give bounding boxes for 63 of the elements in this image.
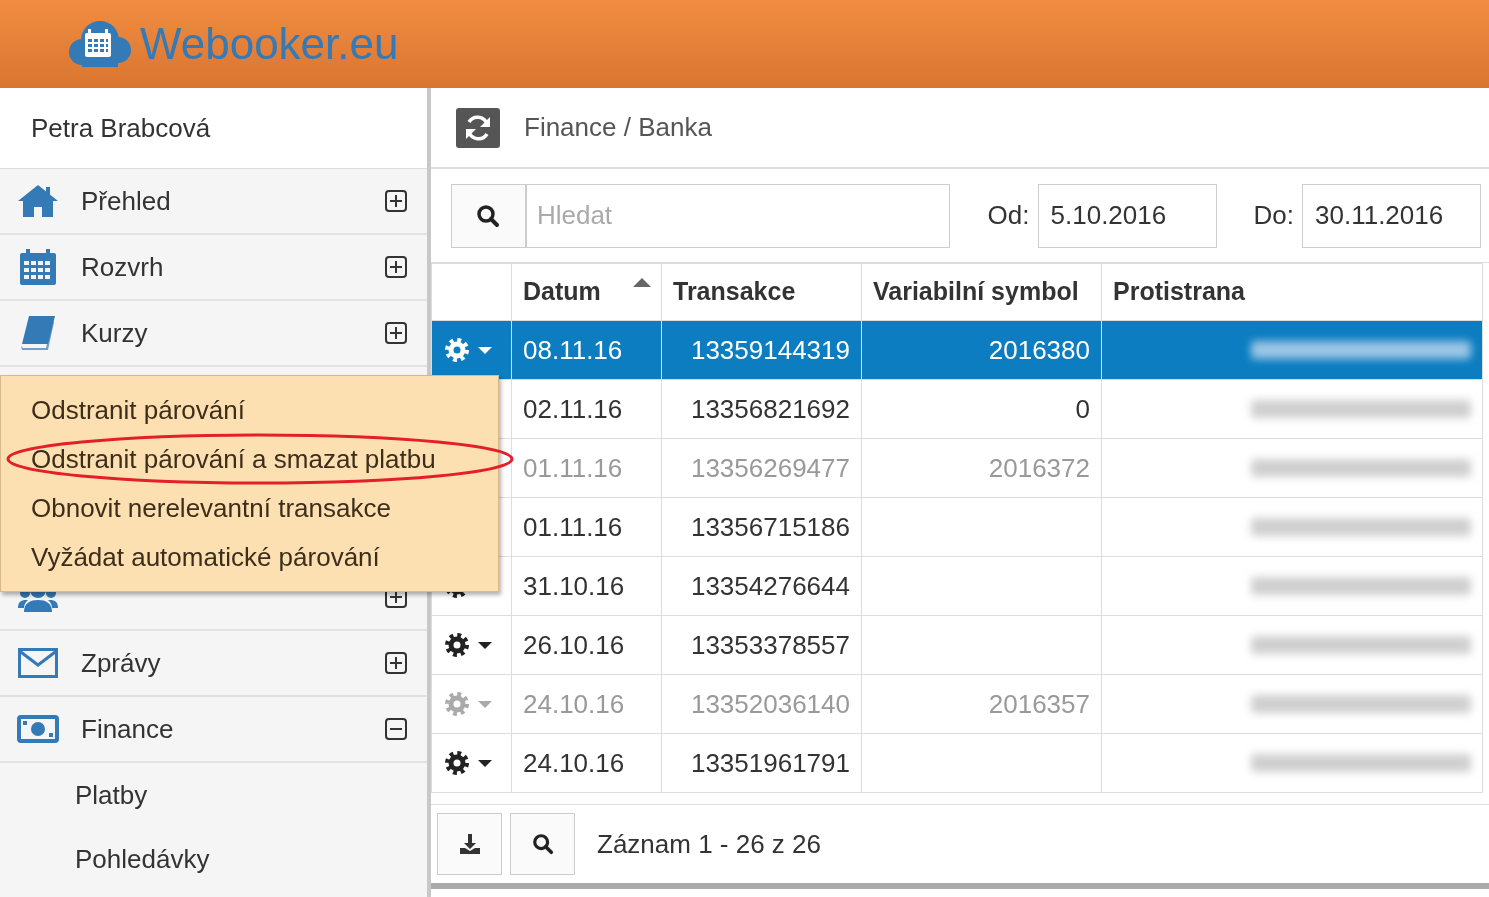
banknote-icon bbox=[17, 715, 59, 743]
sidebar-item[interactable]: Zprávy bbox=[0, 631, 427, 697]
submenu-item[interactable]: Platby bbox=[75, 775, 148, 815]
table-cell: 0 bbox=[1075, 393, 1090, 424]
column-header[interactable]: Variabilní symbol bbox=[861, 263, 1102, 321]
table-cell: 2016380 bbox=[988, 334, 1090, 365]
table-cell: 13356715186 bbox=[690, 511, 850, 542]
menu-item[interactable]: Vyžádat automatické párování bbox=[31, 538, 380, 577]
calendar-icon bbox=[20, 249, 56, 285]
table-cell: 08.11.16 bbox=[523, 334, 623, 365]
expand-icon[interactable] bbox=[385, 322, 407, 344]
column-header[interactable]: Transakce bbox=[661, 263, 862, 321]
expand-icon[interactable] bbox=[385, 190, 407, 212]
table-cell: 2016372 bbox=[988, 452, 1090, 483]
table-row[interactable]: 26.10.16 13353378557 bbox=[431, 615, 1483, 675]
table-cell: 13359144319 bbox=[690, 334, 850, 365]
sidebar-item[interactable]: Přehled bbox=[0, 169, 427, 235]
expand-icon[interactable] bbox=[385, 652, 407, 674]
table-cell: 01.11.16 bbox=[523, 452, 623, 483]
column-header[interactable]: Protistrana bbox=[1101, 263, 1483, 321]
menu-item[interactable]: Odstranit párování bbox=[31, 391, 245, 430]
house-icon bbox=[18, 185, 58, 217]
download-icon bbox=[457, 832, 482, 856]
sidebar-item[interactable]: Kurzy bbox=[0, 301, 427, 367]
refresh-icon[interactable] bbox=[456, 107, 500, 148]
from-label: Od: bbox=[987, 199, 1030, 232]
table-row[interactable]: 08.11.16 13359144319 2016380 bbox=[431, 320, 1483, 380]
record-count: Záznam 1 - 26 z 26 bbox=[597, 827, 821, 861]
menu-item[interactable]: Obnovit nerelevantní transakce bbox=[31, 489, 391, 528]
to-date-field[interactable]: 30.11.2016 bbox=[1302, 183, 1481, 248]
search-button[interactable] bbox=[510, 813, 575, 875]
collapse-icon[interactable] bbox=[385, 718, 407, 740]
to-label: Do: bbox=[1253, 199, 1294, 232]
search-button[interactable] bbox=[451, 183, 526, 248]
table-cell: 24.10.16 bbox=[523, 747, 625, 778]
table-cell: 13353378557 bbox=[690, 629, 850, 660]
table-cell: 24.10.16 bbox=[523, 688, 625, 719]
column-header[interactable]: Datum bbox=[511, 263, 662, 321]
envelope-icon bbox=[18, 648, 58, 678]
table-cell: 13356821692 bbox=[690, 393, 850, 424]
table-cell: 13356269477 bbox=[690, 452, 850, 483]
table-cell: 13354276644 bbox=[690, 570, 850, 601]
user-name: Petra Brabcová bbox=[31, 111, 211, 145]
search-icon bbox=[476, 203, 501, 228]
table-cell: 26.10.16 bbox=[523, 629, 625, 660]
table-cell: 13352036140 bbox=[690, 688, 850, 719]
search-field[interactable]: Hledat bbox=[525, 183, 950, 248]
table-cell: 02.11.16 bbox=[523, 393, 623, 424]
table-cell: 2016357 bbox=[988, 688, 1090, 719]
book-icon bbox=[21, 316, 55, 350]
logo-icon bbox=[68, 20, 132, 68]
table-row[interactable]: 24.10.16 13351961791 bbox=[431, 733, 1483, 793]
table-cell: 01.11.16 bbox=[523, 511, 623, 542]
sidebar-item[interactable]: Rozvrh bbox=[0, 235, 427, 301]
page-title: Finance / Banka bbox=[524, 111, 712, 144]
sidebar-item[interactable]: Finance bbox=[0, 697, 427, 763]
submenu-item[interactable]: Pohledávky bbox=[75, 839, 210, 879]
download-button[interactable] bbox=[437, 813, 502, 875]
expand-icon[interactable] bbox=[385, 256, 407, 278]
from-date-field[interactable]: 5.10.2016 bbox=[1037, 183, 1217, 248]
search-icon bbox=[531, 833, 554, 855]
table-cell: 13351961791 bbox=[690, 747, 850, 778]
table-cell: 31.10.16 bbox=[523, 570, 625, 601]
